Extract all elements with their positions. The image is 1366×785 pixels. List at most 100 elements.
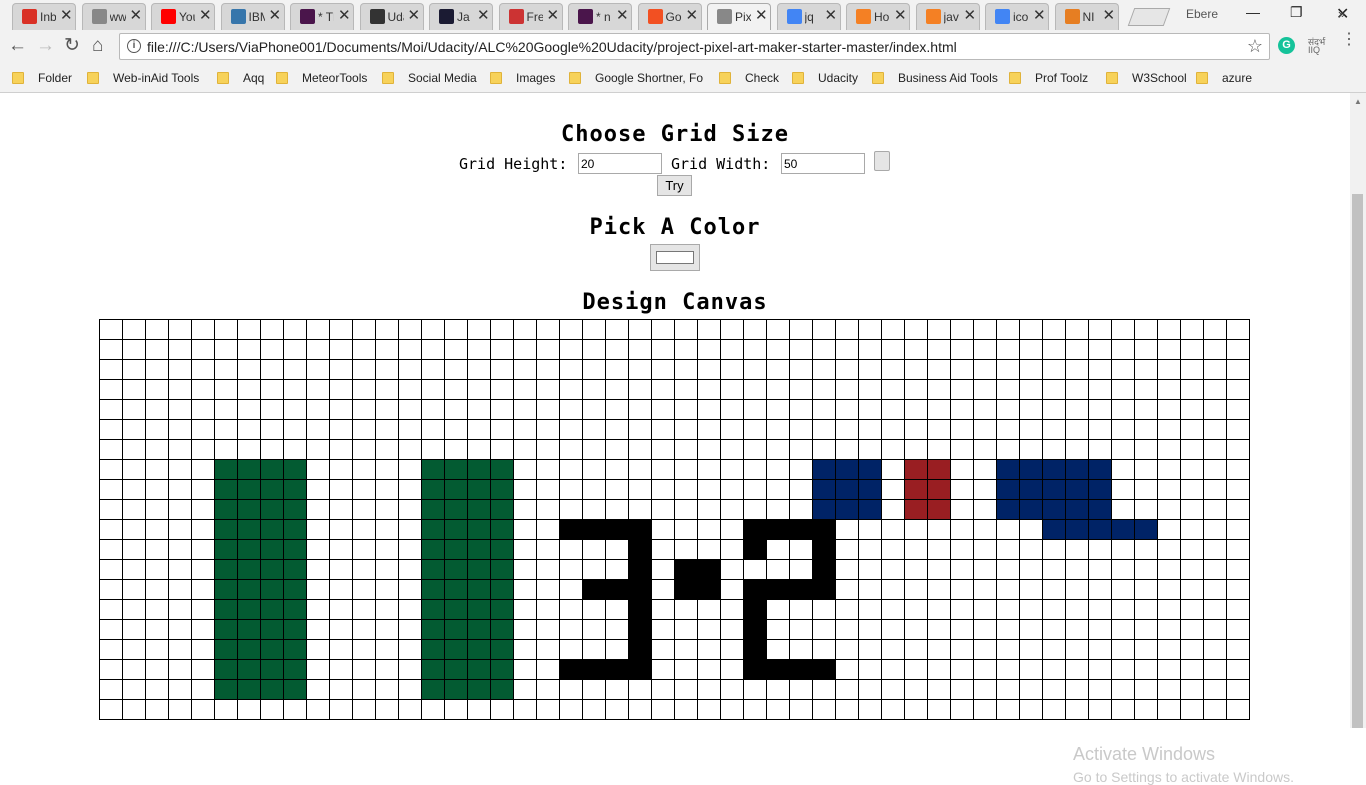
pixel-cell[interactable] — [145, 699, 169, 720]
pixel-cell[interactable] — [904, 459, 928, 480]
pixel-cell[interactable] — [651, 439, 675, 460]
pixel-cell[interactable] — [329, 419, 353, 440]
pixel-cell[interactable] — [375, 339, 399, 360]
pixel-cell[interactable] — [1088, 519, 1112, 540]
pixel-cell[interactable] — [743, 419, 767, 440]
pixel-cell[interactable] — [1157, 639, 1181, 660]
pixel-cell[interactable] — [122, 539, 146, 560]
pixel-cell[interactable] — [214, 319, 238, 340]
pixel-cell[interactable] — [559, 499, 583, 520]
browser-tab[interactable]: Inbox ✕ — [12, 3, 76, 30]
pixel-cell[interactable] — [398, 499, 422, 520]
pixel-cell[interactable] — [168, 419, 192, 440]
pixel-cell[interactable] — [398, 619, 422, 640]
pixel-cell[interactable] — [628, 619, 652, 640]
pixel-cell[interactable] — [260, 319, 284, 340]
pixel-cell[interactable] — [352, 319, 376, 340]
pixel-cell[interactable] — [444, 519, 468, 540]
pixel-cell[interactable] — [881, 319, 905, 340]
pixel-cell[interactable] — [283, 359, 307, 380]
pixel-cell[interactable] — [1180, 659, 1204, 680]
pixel-cell[interactable] — [536, 379, 560, 400]
pixel-cell[interactable] — [283, 559, 307, 580]
pixel-cell[interactable] — [720, 699, 744, 720]
pixel-cell[interactable] — [697, 419, 721, 440]
pixel-cell[interactable] — [1180, 359, 1204, 380]
pixel-cell[interactable] — [1111, 399, 1135, 420]
pixel-cell[interactable] — [513, 339, 537, 360]
pixel-cell[interactable] — [444, 479, 468, 500]
pixel-cell[interactable] — [743, 379, 767, 400]
pixel-cell[interactable] — [513, 359, 537, 380]
pixel-cell[interactable] — [1065, 519, 1089, 540]
pixel-cell[interactable] — [904, 319, 928, 340]
pixel-cell[interactable] — [1180, 699, 1204, 720]
pixel-cell[interactable] — [835, 399, 859, 420]
pixel-cell[interactable] — [835, 319, 859, 340]
pixel-canvas[interactable] — [99, 319, 1250, 720]
pixel-cell[interactable] — [996, 619, 1020, 640]
pixel-cell[interactable] — [283, 619, 307, 640]
browser-tab[interactable]: Ho ✕ — [846, 3, 910, 30]
pixel-cell[interactable] — [582, 619, 606, 640]
pixel-cell[interactable] — [237, 339, 261, 360]
pixel-cell[interactable] — [766, 439, 790, 460]
pixel-cell[interactable] — [122, 499, 146, 520]
pixel-cell[interactable] — [720, 419, 744, 440]
pixel-cell[interactable] — [766, 419, 790, 440]
pixel-cell[interactable] — [1134, 359, 1158, 380]
pixel-cell[interactable] — [306, 579, 330, 600]
pixel-cell[interactable] — [1226, 539, 1250, 560]
pixel-cell[interactable] — [904, 359, 928, 380]
pixel-cell[interactable] — [1019, 399, 1043, 420]
pixel-cell[interactable] — [812, 659, 836, 680]
pixel-cell[interactable] — [904, 659, 928, 680]
pixel-cell[interactable] — [1134, 659, 1158, 680]
pixel-cell[interactable] — [812, 359, 836, 380]
pixel-cell[interactable] — [720, 559, 744, 580]
pixel-cell[interactable] — [1088, 359, 1112, 380]
pixel-cell[interactable] — [490, 319, 514, 340]
pixel-cell[interactable] — [1019, 499, 1043, 520]
pixel-cell[interactable] — [237, 459, 261, 480]
pixel-cell[interactable] — [812, 319, 836, 340]
pixel-cell[interactable] — [283, 399, 307, 420]
pixel-cell[interactable] — [605, 659, 629, 680]
pixel-cell[interactable] — [214, 379, 238, 400]
pixel-cell[interactable] — [858, 539, 882, 560]
pixel-cell[interactable] — [766, 579, 790, 600]
pixel-cell[interactable] — [904, 539, 928, 560]
pixel-cell[interactable] — [973, 419, 997, 440]
pixel-cell[interactable] — [306, 319, 330, 340]
pixel-cell[interactable] — [766, 539, 790, 560]
pixel-cell[interactable] — [1134, 379, 1158, 400]
pixel-cell[interactable] — [1111, 639, 1135, 660]
pixel-cell[interactable] — [1019, 659, 1043, 680]
pixel-cell[interactable] — [697, 459, 721, 480]
pixel-cell[interactable] — [513, 319, 537, 340]
pixel-cell[interactable] — [881, 459, 905, 480]
pixel-cell[interactable] — [927, 639, 951, 660]
pixel-cell[interactable] — [1042, 579, 1066, 600]
pixel-cell[interactable] — [306, 539, 330, 560]
pixel-cell[interactable] — [1203, 439, 1227, 460]
pixel-cell[interactable] — [352, 599, 376, 620]
pixel-cell[interactable] — [398, 419, 422, 440]
pixel-cell[interactable] — [1134, 399, 1158, 420]
pixel-cell[interactable] — [329, 559, 353, 580]
pixel-cell[interactable] — [490, 479, 514, 500]
pixel-cell[interactable] — [1157, 539, 1181, 560]
pixel-cell[interactable] — [191, 459, 215, 480]
pixel-cell[interactable] — [743, 699, 767, 720]
pixel-cell[interactable] — [536, 599, 560, 620]
pixel-cell[interactable] — [927, 439, 951, 460]
pixel-cell[interactable] — [1180, 599, 1204, 620]
pixel-cell[interactable] — [628, 539, 652, 560]
pixel-cell[interactable] — [1134, 319, 1158, 340]
pixel-cell[interactable] — [559, 519, 583, 540]
pixel-cell[interactable] — [674, 479, 698, 500]
minimize-icon[interactable]: — — [1246, 4, 1260, 20]
pixel-cell[interactable] — [1203, 359, 1227, 380]
pixel-cell[interactable] — [628, 339, 652, 360]
pixel-cell[interactable] — [559, 639, 583, 660]
